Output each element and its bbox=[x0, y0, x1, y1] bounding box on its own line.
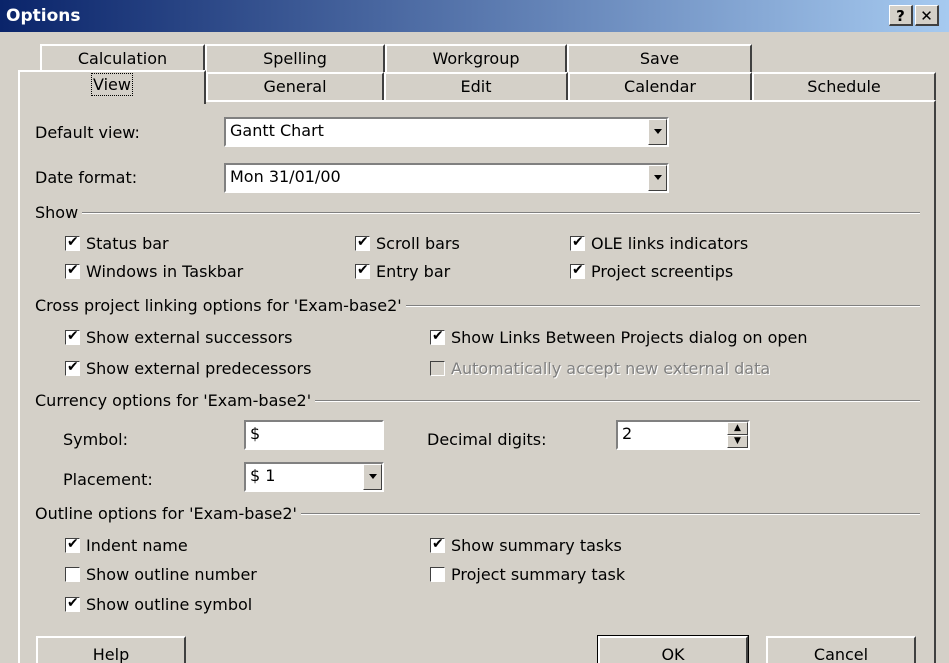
date-format-label: Date format: bbox=[35, 168, 138, 187]
default-view-label: Default view: bbox=[35, 123, 140, 142]
chevron-down-icon[interactable] bbox=[648, 119, 667, 145]
checkbox-icon bbox=[430, 361, 445, 376]
symbol-input[interactable]: $ bbox=[244, 420, 384, 450]
panel-content: Default view: Gantt Chart Date format: M… bbox=[0, 0, 949, 663]
checkbox-icon bbox=[570, 262, 585, 279]
show-group-line bbox=[35, 212, 920, 214]
checkbox-label: Automatically accept new external data bbox=[451, 359, 771, 378]
show-outline-symbol-checkbox[interactable]: Show outline symbol bbox=[65, 595, 252, 614]
ole-links-checkbox[interactable]: OLE links indicators bbox=[570, 234, 748, 253]
decimal-digits-label: Decimal digits: bbox=[427, 430, 547, 449]
checkbox-label: Indent name bbox=[86, 536, 188, 555]
project-screentips-checkbox[interactable]: Project screentips bbox=[570, 262, 733, 281]
symbol-value: $ bbox=[250, 424, 261, 443]
options-dialog: Options ? ✕ Calculation Spelling Workgro… bbox=[0, 0, 949, 663]
checkbox-icon bbox=[65, 262, 80, 279]
checkbox-icon bbox=[355, 262, 370, 279]
placement-label: Placement: bbox=[63, 470, 153, 489]
indent-name-checkbox[interactable]: Indent name bbox=[65, 536, 188, 555]
ok-button[interactable]: OK bbox=[597, 635, 749, 663]
checkbox-icon bbox=[430, 536, 445, 553]
links-dialog-checkbox[interactable]: Show Links Between Projects dialog on op… bbox=[430, 328, 808, 347]
checkbox-label: Show outline symbol bbox=[86, 595, 253, 614]
checkbox-label: Windows in Taskbar bbox=[86, 262, 244, 281]
decimal-digits-spinner[interactable]: 2 ▲ ▼ bbox=[616, 420, 750, 450]
checkbox-label: Show outline number bbox=[86, 565, 257, 584]
checkbox-icon bbox=[65, 536, 80, 553]
windows-taskbar-checkbox[interactable]: Windows in Taskbar bbox=[65, 262, 243, 281]
checkbox-icon bbox=[65, 359, 80, 376]
checkbox-label: Project screentips bbox=[591, 262, 734, 281]
checkbox-icon bbox=[65, 328, 80, 345]
currency-group-title: Currency options for 'Exam-base2' bbox=[35, 391, 316, 410]
checkbox-icon bbox=[65, 234, 80, 251]
checkbox-icon bbox=[355, 234, 370, 251]
date-format-value: Mon 31/01/00 bbox=[230, 167, 341, 186]
show-outline-number-checkbox[interactable]: Show outline number bbox=[65, 565, 257, 584]
show-summary-tasks-checkbox[interactable]: Show summary tasks bbox=[430, 536, 622, 555]
cancel-button[interactable]: Cancel bbox=[766, 636, 916, 663]
checkbox-label: Project summary task bbox=[451, 565, 626, 584]
status-bar-checkbox[interactable]: Status bar bbox=[65, 234, 169, 253]
chevron-down-icon[interactable] bbox=[648, 165, 667, 191]
spin-up-icon[interactable]: ▲ bbox=[727, 422, 748, 435]
external-successors-checkbox[interactable]: Show external successors bbox=[65, 328, 292, 347]
date-format-select[interactable]: Mon 31/01/00 bbox=[224, 163, 669, 193]
default-view-select[interactable]: Gantt Chart bbox=[224, 117, 669, 147]
project-summary-task-checkbox[interactable]: Project summary task bbox=[430, 565, 625, 584]
checkbox-icon bbox=[570, 234, 585, 251]
external-predecessors-checkbox[interactable]: Show external predecessors bbox=[65, 359, 311, 378]
help-button[interactable]: Help bbox=[36, 636, 186, 663]
default-view-value: Gantt Chart bbox=[230, 121, 324, 140]
placement-select[interactable]: $ 1 bbox=[244, 462, 384, 492]
checkbox-label: Scroll bars bbox=[376, 234, 460, 253]
checkbox-icon bbox=[65, 567, 80, 582]
checkbox-label: Show external predecessors bbox=[86, 359, 312, 378]
scroll-bars-checkbox[interactable]: Scroll bars bbox=[355, 234, 460, 253]
placement-value: $ 1 bbox=[250, 466, 276, 485]
checkbox-label: Entry bar bbox=[376, 262, 451, 281]
outline-group-title: Outline options for 'Exam-base2' bbox=[35, 504, 301, 523]
decimal-digits-value: 2 bbox=[622, 424, 633, 443]
chevron-down-icon[interactable] bbox=[363, 464, 382, 490]
cross-group-title: Cross project linking options for 'Exam-… bbox=[35, 296, 406, 315]
auto-accept-checkbox: Automatically accept new external data bbox=[430, 359, 770, 378]
checkbox-label: Show external successors bbox=[86, 328, 293, 347]
entry-bar-checkbox[interactable]: Entry bar bbox=[355, 262, 450, 281]
checkbox-icon bbox=[430, 567, 445, 582]
checkbox-icon bbox=[65, 595, 80, 612]
checkbox-label: OLE links indicators bbox=[591, 234, 749, 253]
symbol-label: Symbol: bbox=[63, 430, 128, 449]
checkbox-label: Status bar bbox=[86, 234, 169, 253]
spin-down-icon[interactable]: ▼ bbox=[727, 435, 748, 448]
checkbox-label: Show summary tasks bbox=[451, 536, 622, 555]
checkbox-label: Show Links Between Projects dialog on op… bbox=[451, 328, 808, 347]
checkbox-icon bbox=[430, 328, 445, 345]
show-group-title: Show bbox=[35, 203, 83, 222]
